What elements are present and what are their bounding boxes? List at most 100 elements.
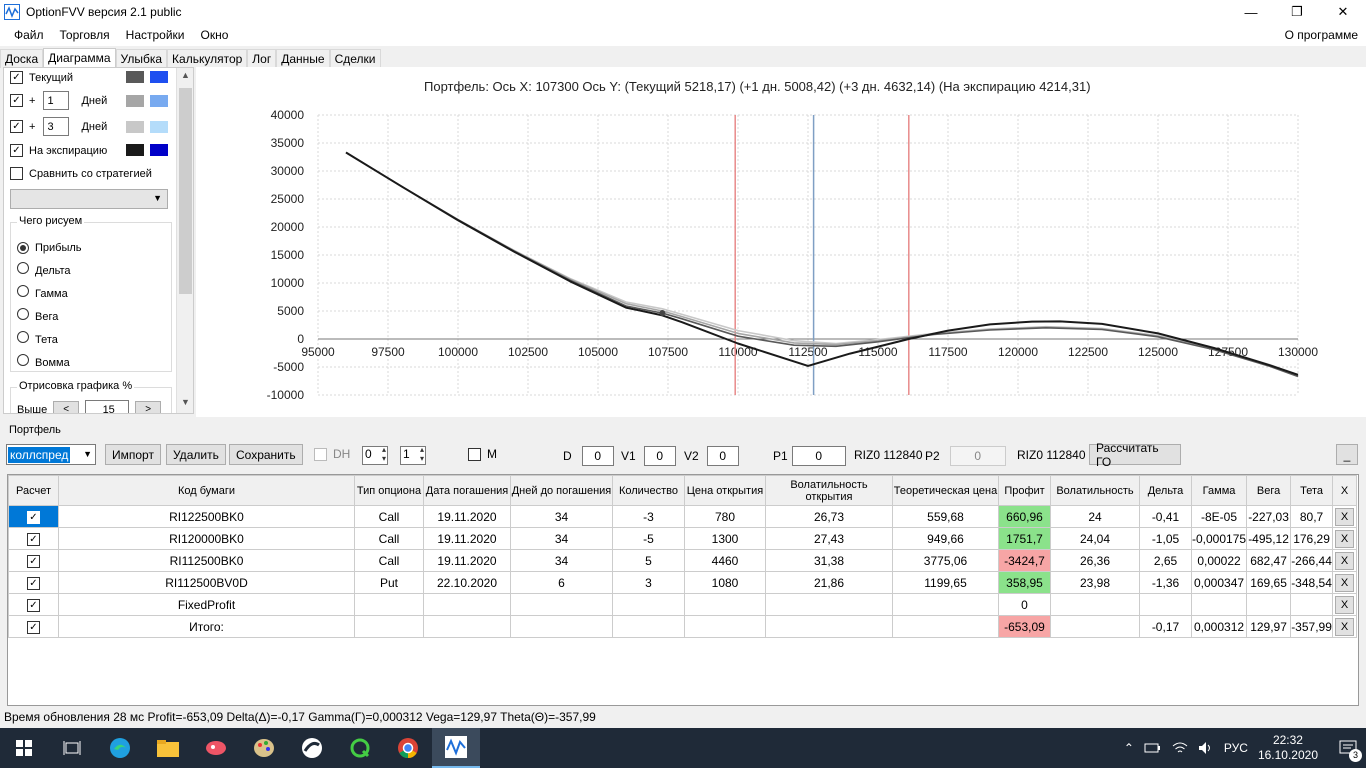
strategy-select[interactable]: ▼	[10, 189, 168, 209]
radio-profit[interactable]: Прибыль	[17, 237, 82, 260]
expiration-alt-color-swatch[interactable]	[150, 144, 168, 156]
table-row[interactable]: ✓ FixedProfit 0 X	[8, 593, 1358, 616]
maximize-button[interactable]: ❐	[1274, 0, 1320, 24]
app-button-4[interactable]	[336, 728, 384, 768]
calc-checkbox[interactable]: ✓	[27, 533, 40, 546]
p2-input[interactable]: 0	[949, 446, 1006, 466]
tab-data[interactable]: Данные	[276, 49, 330, 68]
day1-alt-color-swatch[interactable]	[150, 95, 168, 107]
increase-button[interactable]: >	[135, 400, 162, 413]
explorer-button[interactable]	[144, 728, 192, 768]
notifications-button[interactable]: 3	[1330, 728, 1366, 768]
portfolio-select[interactable]: коллспред ▼	[6, 444, 96, 465]
remove-row-button[interactable]: X	[1335, 551, 1355, 570]
menu-window[interactable]: Окно	[193, 28, 237, 42]
table-row[interactable]: ✓ RI120000BK0 Call 19.11.2020 34 -5 1300 27,43 9…	[8, 527, 1358, 550]
battery-icon[interactable]	[1144, 741, 1162, 755]
v2-input[interactable]: 0	[706, 446, 739, 466]
col-theta[interactable]: Тета	[1290, 475, 1334, 506]
v1-input[interactable]: 0	[643, 446, 676, 466]
current-color-swatch[interactable]	[126, 71, 144, 83]
current-alt-color-swatch[interactable]	[150, 71, 168, 83]
day3-checkbox[interactable]: ✓	[10, 120, 23, 133]
remove-row-button[interactable]: X	[1335, 617, 1355, 636]
m-checkbox[interactable]	[468, 447, 481, 461]
app-button-1[interactable]	[192, 728, 240, 768]
day1-color-swatch[interactable]	[126, 95, 144, 107]
spin2-input[interactable]: 1	[400, 445, 426, 465]
start-button[interactable]	[0, 728, 48, 768]
remove-row-button[interactable]: X	[1335, 595, 1355, 614]
calc-checkbox[interactable]: ✓	[27, 555, 40, 568]
left-panel-scrollbar[interactable]: ▲ ▼	[176, 68, 193, 413]
col-price[interactable]: Цена открытия	[684, 475, 766, 506]
import-button[interactable]: Импорт	[105, 444, 161, 465]
calculate-margin-button[interactable]: Рассчитать ГО	[1089, 441, 1181, 469]
tab-deals[interactable]: Сделки	[329, 49, 381, 68]
scroll-down-icon[interactable]: ▼	[177, 397, 193, 413]
save-button[interactable]: Сохранить	[229, 444, 303, 465]
col-days[interactable]: Дней до погашения	[510, 475, 613, 506]
expiration-color-swatch[interactable]	[126, 144, 144, 156]
payoff-chart[interactable]: Портфель: Ось X: 107300 Ось Y: (Текущий …	[196, 67, 1366, 417]
day3-color-swatch[interactable]	[126, 121, 144, 133]
col-delta[interactable]: Дельта	[1139, 475, 1192, 506]
calc-checkbox[interactable]: ✓	[27, 577, 40, 590]
delete-button[interactable]: Удалить	[166, 444, 226, 465]
app-button-3[interactable]	[288, 728, 336, 768]
radio-gamma[interactable]: Гамма	[17, 283, 82, 306]
scroll-thumb[interactable]	[179, 88, 192, 294]
chevron-up-icon[interactable]: ⌃	[1124, 741, 1134, 755]
col-vol[interactable]: Волатильность	[1050, 475, 1140, 506]
radio-vega[interactable]: Вега	[17, 306, 82, 329]
table-row[interactable]: ✓ Итого: -653,09 -0,17 0,000312 129,97 -357,99…	[8, 615, 1358, 638]
col-type[interactable]: Тип опциона	[354, 475, 424, 506]
col-vol-open[interactable]: Волатильность открытия	[765, 475, 893, 506]
above-input[interactable]: 15	[85, 400, 130, 413]
menu-about[interactable]: О программе	[1285, 28, 1358, 42]
remove-row-button[interactable]: X	[1335, 573, 1355, 592]
radio-delta[interactable]: Дельта	[17, 260, 82, 283]
expiration-checkbox[interactable]: ✓	[10, 144, 23, 157]
clock[interactable]: 22:32 16.10.2020	[1258, 733, 1318, 763]
calc-checkbox[interactable]: ✓	[27, 511, 40, 524]
app-button-2[interactable]	[240, 728, 288, 768]
splitter[interactable]	[0, 417, 1366, 421]
calc-checkbox[interactable]: ✓	[27, 621, 40, 634]
optionfvv-taskbar-button[interactable]	[432, 728, 480, 768]
radio-theta[interactable]: Тета	[17, 329, 82, 352]
panel-minimize-button[interactable]: _	[1336, 444, 1358, 465]
day3-alt-color-swatch[interactable]	[150, 121, 168, 133]
minimize-button[interactable]: —	[1228, 0, 1274, 24]
network-icon[interactable]	[1172, 741, 1188, 755]
calc-checkbox[interactable]: ✓	[27, 599, 40, 612]
d-input[interactable]: 0	[581, 446, 614, 466]
scroll-up-icon[interactable]: ▲	[177, 70, 193, 86]
current-checkbox[interactable]: ✓	[10, 71, 23, 84]
radio-vomma[interactable]: Вомма	[17, 352, 82, 375]
day1-input[interactable]: 1	[43, 91, 70, 110]
table-row[interactable]: ✓ RI122500BK0 Call 19.11.2020 34 -3 780 26,73 55…	[8, 505, 1358, 528]
col-calc[interactable]: Расчет	[8, 475, 59, 506]
table-row[interactable]: ✓ RI112500BV0D Put 22.10.2020 6 3 1080 21,86 119…	[8, 571, 1358, 594]
decrease-button[interactable]: <	[53, 400, 80, 413]
menu-file[interactable]: Файл	[0, 28, 52, 42]
remove-row-button[interactable]: X	[1335, 507, 1355, 526]
col-theo[interactable]: Теоретическая цена	[892, 475, 999, 506]
volume-icon[interactable]	[1198, 741, 1214, 755]
tab-smile[interactable]: Улыбка	[115, 49, 168, 68]
compare-checkbox[interactable]	[10, 167, 23, 180]
menu-trading[interactable]: Торговля	[52, 28, 118, 42]
spin1-input[interactable]: 0	[362, 445, 388, 465]
col-code[interactable]: Код бумаги	[58, 475, 355, 506]
day3-input[interactable]: 3	[43, 117, 70, 136]
day1-checkbox[interactable]: ✓	[10, 94, 23, 107]
menu-settings[interactable]: Настройки	[118, 28, 193, 42]
dh-checkbox[interactable]	[314, 447, 327, 461]
edge-button[interactable]	[96, 728, 144, 768]
col-date[interactable]: Дата погашения	[423, 475, 511, 506]
table-row[interactable]: ✓ RI112500BK0 Call 19.11.2020 34 5 4460 31,38 37…	[8, 549, 1358, 572]
tab-diagram[interactable]: Диаграмма	[43, 48, 116, 68]
remove-row-button[interactable]: X	[1335, 529, 1355, 548]
chrome-button[interactable]	[384, 728, 432, 768]
